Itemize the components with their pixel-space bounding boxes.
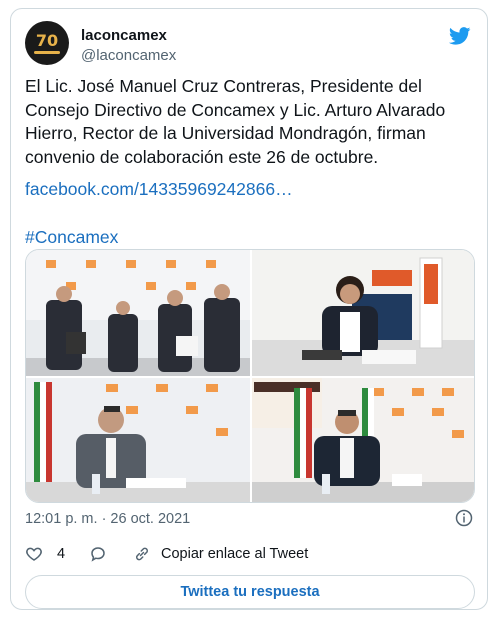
woman-signing-photo[interactable] — [252, 250, 474, 376]
copy-link-label: Copiar enlace al Tweet — [161, 546, 309, 562]
author-name[interactable]: laconcamex — [81, 27, 167, 44]
avatar[interactable]: 70 — [25, 21, 69, 65]
avatar-logo-bar — [34, 50, 60, 54]
heart-icon — [26, 547, 42, 561]
tweet-hashtag[interactable]: #Concamex — [25, 227, 118, 248]
speech-bubble-icon — [91, 547, 105, 562]
tweet-timestamp[interactable]: 12:01 p. m. · 26 oct. 2021 — [25, 511, 190, 527]
tweet-reply-button[interactable]: Twittea tu respuesta — [25, 575, 475, 609]
tweet-card: 70 laconcamex @laconcamex El Lic. José M… — [10, 8, 488, 610]
twitter-bird-icon[interactable] — [449, 27, 471, 45]
tweet-text: El Lic. José Manuel Cruz Contreras, Pres… — [25, 76, 451, 167]
like-count: 4 — [57, 546, 66, 562]
man-signing-photo[interactable] — [26, 378, 250, 502]
group-signing-photo[interactable] — [26, 250, 250, 376]
man-signing-flags-photo[interactable] — [252, 378, 474, 502]
avatar-logo-text: 70 — [35, 30, 59, 50]
info-icon[interactable] — [455, 509, 473, 527]
tweet-header: 70 laconcamex @laconcamex — [25, 21, 473, 69]
like-button[interactable]: 4 — [25, 543, 65, 565]
copy-link-button[interactable]: Copiar enlace al Tweet — [133, 543, 308, 565]
tweet-actions: 4 Copiar enlace al Tweet — [25, 543, 473, 565]
tweet-link[interactable]: facebook.com/14335969242866… — [25, 179, 293, 200]
reply-button[interactable] — [89, 543, 107, 565]
media-grid — [25, 249, 475, 503]
author-handle[interactable]: @laconcamex — [81, 47, 176, 64]
link-icon — [136, 547, 148, 561]
